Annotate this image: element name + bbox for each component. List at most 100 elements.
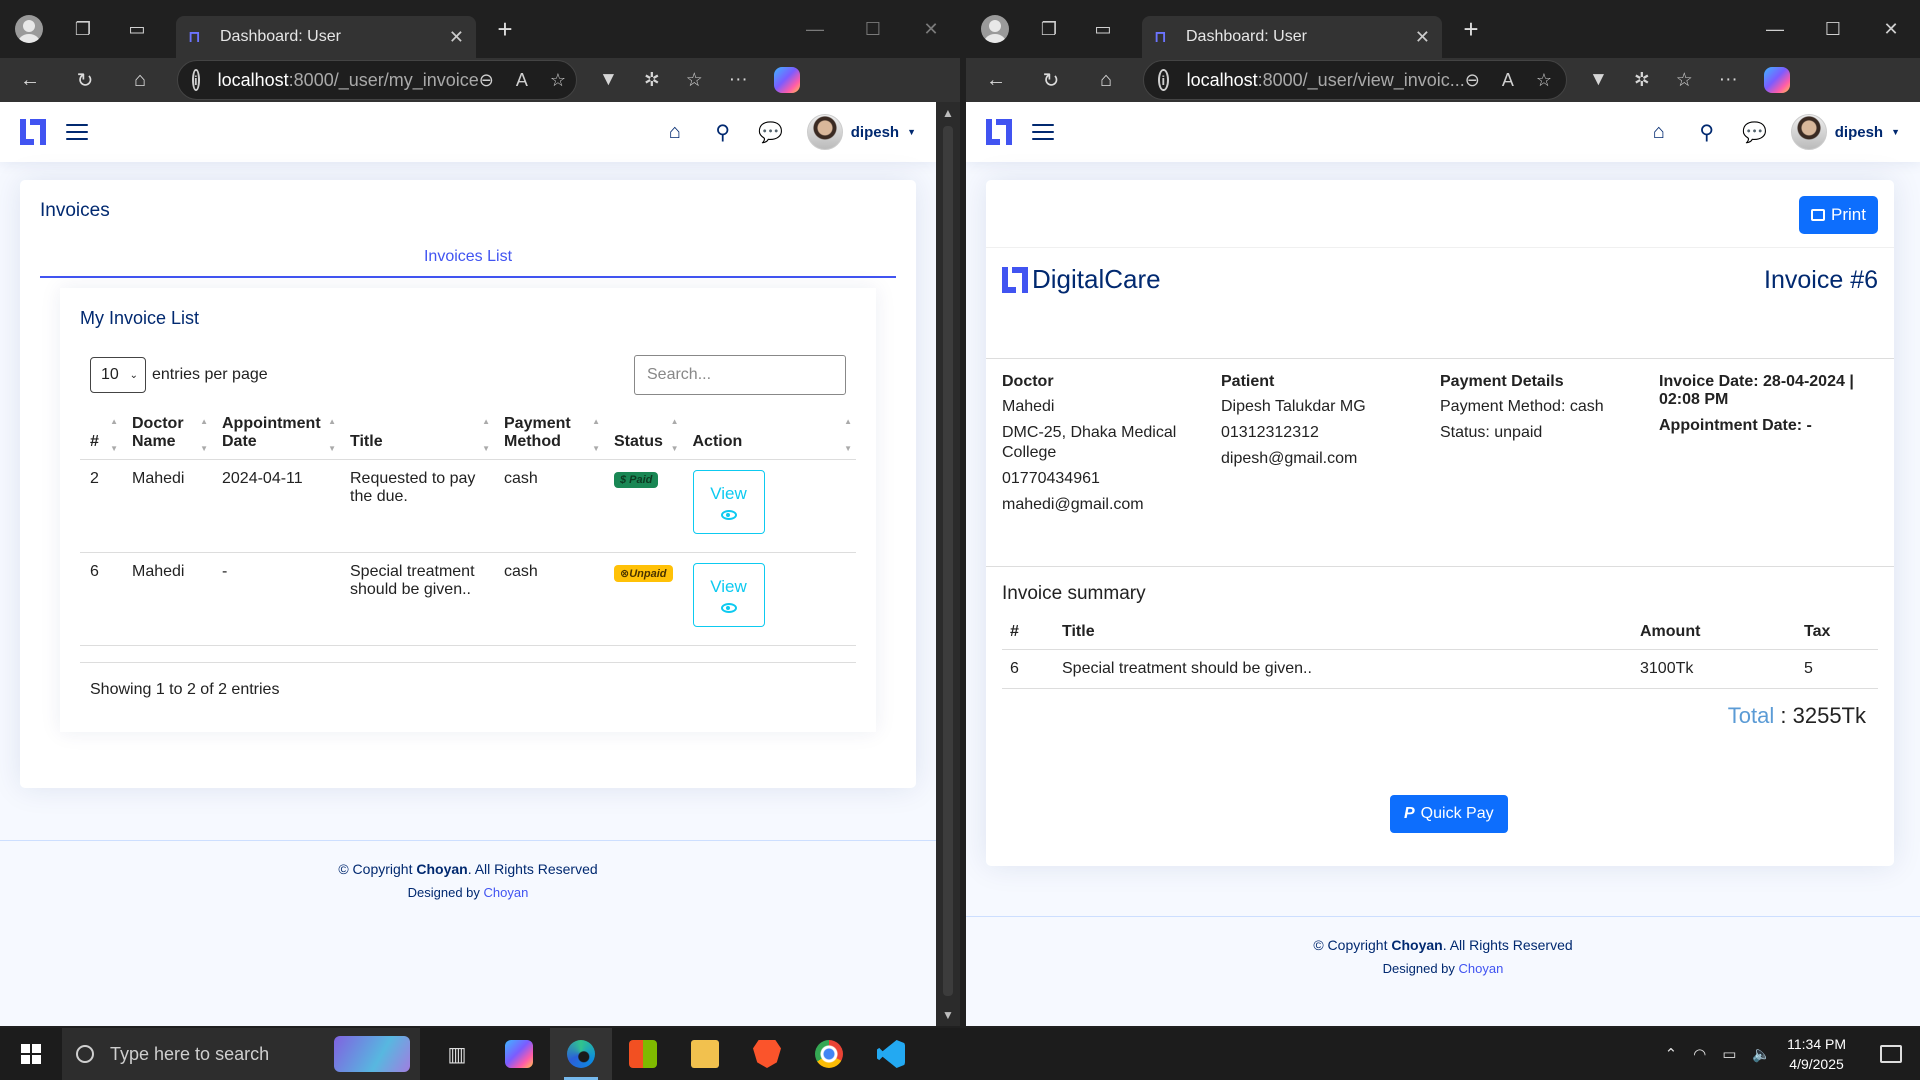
scroll-up-icon[interactable]: ▲ — [942, 106, 954, 120]
column-header-title[interactable]: Title ▲ ▼ — [340, 411, 494, 460]
designer-link[interactable]: Choyan — [1459, 961, 1504, 976]
chat-icon[interactable]: 💬 — [1742, 120, 1767, 144]
file-explorer-taskbar-icon[interactable] — [674, 1028, 736, 1080]
browser-tab[interactable]: ⊓ Dashboard: User ✕ — [1142, 16, 1442, 58]
refresh-icon[interactable]: ↻ — [1033, 68, 1069, 93]
task-view-icon[interactable]: ▥ — [426, 1028, 488, 1080]
search-icon[interactable]: ⚲ — [711, 120, 735, 144]
entries-per-page-select[interactable]: 10 ⌄ — [90, 357, 146, 393]
extensions-icon[interactable]: ✲ — [644, 69, 660, 92]
tab-actions-icon[interactable]: ▭ — [122, 14, 152, 44]
status-badge: $ Paid — [614, 472, 659, 488]
home-nav-icon[interactable]: ⌂ — [1647, 120, 1671, 144]
scroll-thumb[interactable] — [943, 126, 953, 996]
clock[interactable]: 11:34 PM 4/9/2025 — [1787, 1034, 1846, 1074]
browser-tab[interactable]: ⊓ Dashboard: User ✕ — [176, 16, 476, 58]
tab-invoices-list[interactable]: Invoices List — [40, 248, 896, 278]
favorites-icon[interactable]: ☆ — [1676, 69, 1693, 92]
edge-taskbar-icon[interactable] — [550, 1028, 612, 1080]
vscode-taskbar-icon[interactable] — [860, 1028, 922, 1080]
favorite-star-icon[interactable]: ☆ — [550, 70, 566, 91]
extensions-icon[interactable]: ✲ — [1634, 69, 1650, 92]
brave-taskbar-icon[interactable] — [736, 1028, 798, 1080]
refresh-icon[interactable]: ↻ — [67, 68, 103, 93]
view-button[interactable]: View — [692, 470, 765, 534]
site-info-icon[interactable]: i — [192, 69, 200, 91]
close-window-icon[interactable]: ✕ — [1862, 19, 1920, 40]
read-aloud-icon[interactable]: A — [516, 70, 528, 91]
home-nav-icon[interactable]: ⌂ — [663, 120, 687, 144]
chrome-taskbar-icon[interactable] — [798, 1028, 860, 1080]
summary-title: Invoice summary — [1002, 583, 1146, 604]
workspaces-icon[interactable]: ❐ — [68, 14, 98, 44]
close-window-icon[interactable]: ✕ — [902, 19, 960, 40]
system-tray: ⌃ ◠ ▭ 🔈 11:34 PM 4/9/2025 — [1665, 1034, 1920, 1074]
scroll-down-icon[interactable]: ▼ — [942, 1008, 954, 1022]
view-button[interactable]: View — [692, 563, 765, 627]
print-button[interactable]: Print — [1799, 196, 1878, 234]
address-bar[interactable]: i localhost:8000/_user/my_invoice ⊖ A ☆ — [177, 60, 577, 100]
notification-icon[interactable] — [1880, 1045, 1902, 1063]
column-header-doctor[interactable]: Doctor Name ▲ ▼ — [122, 411, 212, 460]
minimize-icon[interactable]: — — [786, 19, 844, 40]
chat-icon[interactable]: 💬 — [758, 120, 783, 144]
app-logo-icon[interactable] — [986, 119, 1012, 145]
zoom-icon[interactable]: ⊖ — [1465, 70, 1480, 91]
user-menu[interactable]: dipesh ▼ — [1790, 114, 1900, 150]
start-button[interactable] — [0, 1044, 62, 1064]
copilot-taskbar-icon[interactable] — [488, 1028, 550, 1080]
column-header-payment[interactable]: Payment Method ▲ ▼ — [494, 411, 604, 460]
home-icon[interactable]: ⌂ — [122, 69, 158, 92]
entries-label: entries per page — [152, 366, 268, 383]
url-host: localhost — [1186, 69, 1258, 90]
search-icon[interactable]: ⚲ — [1695, 120, 1719, 144]
site-info-icon[interactable]: i — [1158, 69, 1169, 91]
close-tab-icon[interactable]: ✕ — [1415, 27, 1430, 48]
minimize-icon[interactable]: — — [1746, 19, 1804, 40]
taskbar-search[interactable]: Type here to search — [62, 1028, 420, 1080]
user-menu[interactable]: dipesh ▼ — [806, 114, 916, 150]
workspaces-icon[interactable]: ❐ — [1034, 14, 1064, 44]
designer-link[interactable]: Choyan — [484, 885, 529, 900]
chevron-up-icon[interactable]: ⌃ — [1665, 1045, 1678, 1063]
home-icon[interactable]: ⌂ — [1088, 69, 1124, 92]
maximize-icon[interactable]: ☐ — [844, 19, 902, 40]
page-scrollbar[interactable]: ▲ ▼ — [936, 102, 960, 1026]
maximize-icon[interactable]: ☐ — [1804, 19, 1862, 40]
quick-pay-button[interactable]: P Quick Pay — [1390, 795, 1508, 833]
footer-brand: Choyan — [416, 861, 468, 877]
status-badge: ⊗Unpaid — [614, 565, 673, 582]
new-tab-icon[interactable]: + — [490, 14, 520, 45]
close-tab-icon[interactable]: ✕ — [449, 27, 464, 48]
vpn-icon[interactable]: ▼ — [1589, 69, 1608, 91]
store-taskbar-icon[interactable] — [612, 1028, 674, 1080]
copilot-icon[interactable] — [1763, 67, 1790, 93]
vpn-icon[interactable]: ▼ — [599, 69, 618, 91]
read-aloud-icon[interactable]: A — [1502, 70, 1514, 91]
favorites-icon[interactable]: ☆ — [686, 69, 703, 92]
wifi-icon[interactable]: ◠ — [1693, 1045, 1706, 1063]
column-header-number[interactable]: # ▲ ▼ — [80, 411, 122, 460]
battery-icon[interactable]: ▭ — [1722, 1045, 1736, 1063]
cell-number: 2 — [80, 459, 122, 553]
tab-actions-icon[interactable]: ▭ — [1088, 14, 1118, 44]
profile-icon[interactable] — [980, 14, 1010, 44]
column-header-status[interactable]: Status ▲ ▼ — [604, 411, 683, 460]
column-header-action[interactable]: Action ▲ ▼ — [682, 411, 856, 460]
back-icon[interactable]: ← — [978, 69, 1014, 92]
column-header-date[interactable]: Appointment Date ▲ ▼ — [212, 411, 340, 460]
copilot-icon[interactable] — [773, 67, 800, 93]
search-input[interactable]: Search... — [634, 355, 846, 395]
address-bar[interactable]: i localhost:8000/_user/view_invoic... ⊖ … — [1143, 60, 1567, 100]
volume-icon[interactable]: 🔈 — [1752, 1045, 1771, 1063]
menu-toggle-icon[interactable] — [66, 119, 88, 145]
more-menu-icon[interactable]: ··· — [729, 69, 748, 91]
menu-toggle-icon[interactable] — [1032, 119, 1054, 145]
back-icon[interactable]: ← — [12, 69, 48, 92]
more-menu-icon[interactable]: ··· — [1719, 69, 1738, 91]
favorite-star-icon[interactable]: ☆ — [1536, 70, 1552, 91]
profile-icon[interactable] — [14, 14, 44, 44]
app-logo-icon[interactable] — [20, 119, 46, 145]
zoom-icon[interactable]: ⊖ — [479, 70, 494, 91]
new-tab-icon[interactable]: + — [1456, 14, 1486, 45]
